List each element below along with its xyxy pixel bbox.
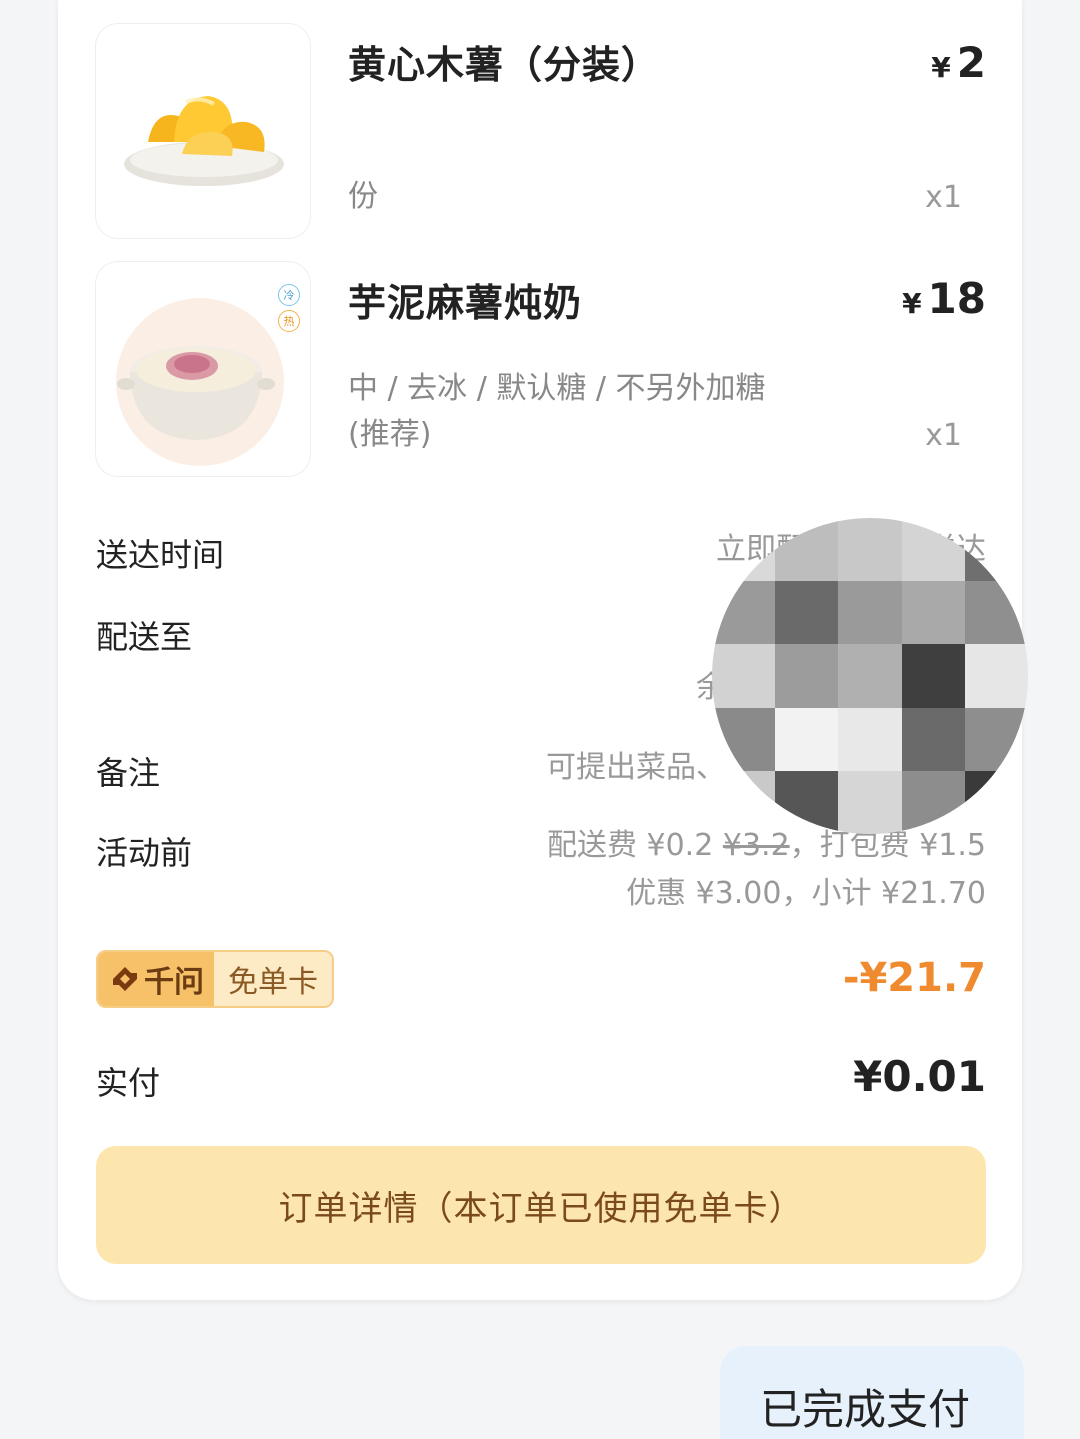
item-spec: 份 [348, 179, 378, 214]
paid-label: 实付 [96, 1064, 161, 1102]
before-promo-row: 活动前 配送费 ¥0.2 ¥3.2，打包费 ¥1.5 优惠 ¥3.00，小计 ¥… [96, 828, 986, 928]
qianwen-logo-icon [113, 967, 137, 991]
paid-amount: ¥0.01 [853, 1052, 986, 1101]
cold-tag: 冷 [278, 284, 300, 306]
price-symbol: ¥ [902, 287, 922, 320]
privacy-mosaic [712, 518, 1028, 834]
order-item[interactable]: 冷 热 芋泥麻薯炖奶 ¥18 中 / 去冰 / 默认糖 / 不另外加糖 (推荐)… [96, 262, 986, 478]
item-name: 芋泥麻薯炖奶 [348, 281, 583, 325]
discount-amount: -¥21.7 [842, 955, 986, 1001]
row-value: 配送费 ¥0.2 ¥3.2，打包费 ¥1.5 优惠 ¥3.00，小计 ¥21.7… [547, 822, 986, 918]
badge-brand: 千问 [98, 952, 214, 1006]
badge-card: 免单卡 [214, 952, 332, 1006]
row-label: 备注 [96, 754, 161, 792]
hot-tag: 热 [278, 310, 300, 332]
item-spec-line: 中 / 去冰 / 默认糖 / 不另外加糖 [348, 371, 766, 406]
delivery-fee: 配送费 ¥0.2 [546, 828, 714, 863]
badge-brand-label: 千问 [144, 965, 204, 1000]
row-label: 活动前 [96, 834, 193, 872]
order-detail-button[interactable]: 订单详情（本订单已使用免单卡） [96, 1146, 986, 1264]
fee-line: 配送费 ¥0.2 ¥3.2，打包费 ¥1.5 [547, 822, 986, 870]
cassava-image [124, 96, 284, 186]
item-image-taro-milk: 冷 热 [96, 262, 310, 476]
row-value: 可提出菜品、 [546, 750, 726, 785]
packing-fee: ，打包费 ¥1.5 [789, 828, 986, 863]
chat-bubble: 已完成支付 [720, 1346, 1024, 1439]
item-name: 黄心木薯（分装） [348, 43, 661, 87]
item-qty: x1 [925, 418, 962, 453]
subtotal-line: 优惠 ¥3.00，小计 ¥21.70 [626, 876, 986, 911]
item-spec-line: (推荐) [348, 417, 432, 452]
row-label: 配送至 [96, 618, 193, 656]
free-order-badge: 千问 免单卡 [96, 950, 334, 1008]
delivery-fee-original: ¥3.2 [722, 828, 790, 863]
price-value: 2 [956, 38, 986, 87]
price-symbol: ¥ [931, 51, 951, 84]
row-label: 送达时间 [96, 536, 225, 574]
price-value: 18 [927, 274, 986, 323]
order-item[interactable]: 黄心木薯（分装） ¥2 份 x1 [96, 24, 986, 240]
item-price: ¥18 [902, 274, 986, 323]
item-price: ¥2 [931, 38, 986, 87]
item-spec: 中 / 去冰 / 默认糖 / 不另外加糖 (推荐) [348, 366, 766, 458]
item-qty: x1 [925, 180, 962, 215]
item-image-cassava [96, 24, 310, 238]
